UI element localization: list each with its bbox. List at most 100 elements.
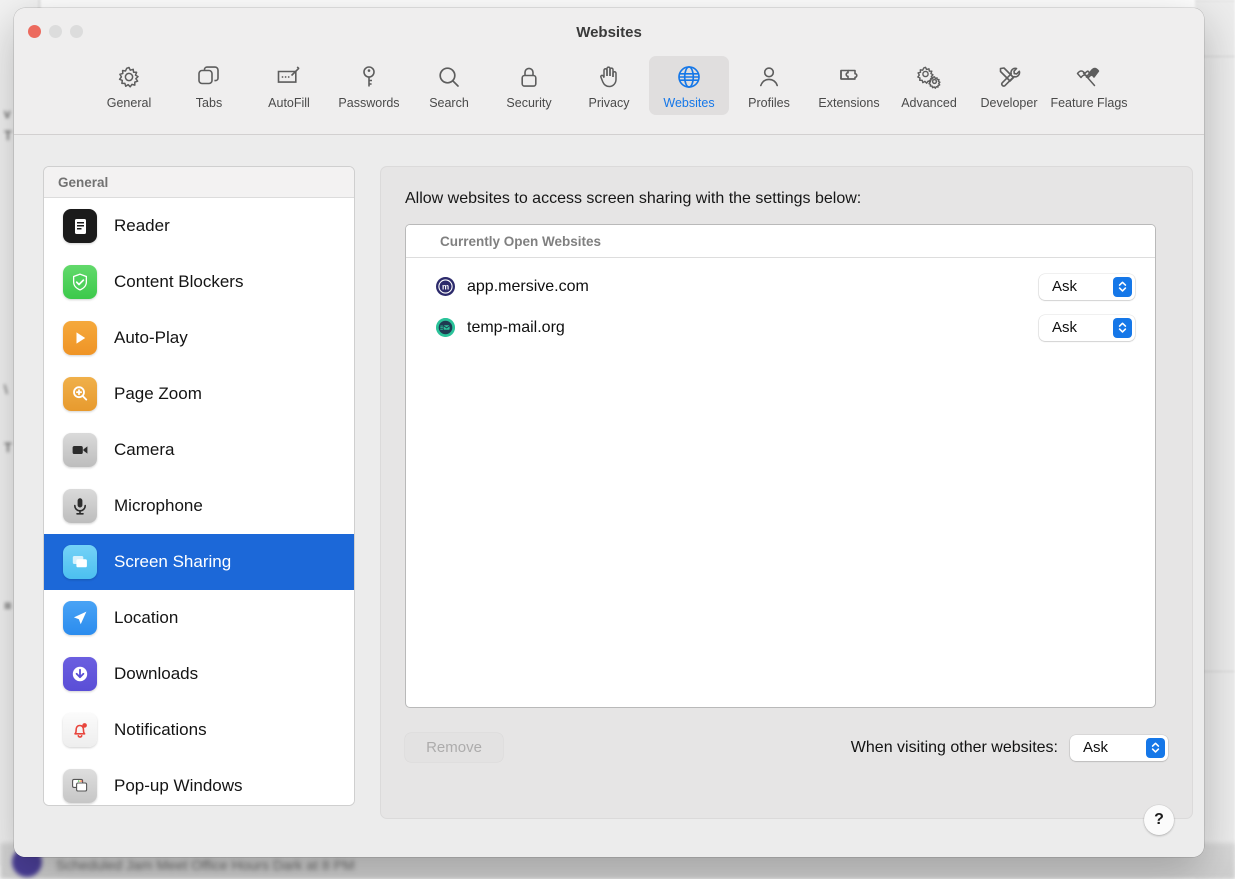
content-footer: Remove When visiting other websites: Ask xyxy=(405,733,1168,762)
settings-toolbar: General Tabs AutoFill Passwords Search S xyxy=(14,56,1204,115)
zoom-in-icon xyxy=(63,377,97,411)
sidebar-item-label: Content Blockers xyxy=(114,272,244,291)
gear-icon xyxy=(116,62,142,92)
sidebar-item-label: Notifications xyxy=(114,720,207,739)
toolbar-item-search[interactable]: Search xyxy=(409,56,489,115)
chevron-up-down-icon xyxy=(1113,276,1132,297)
sidebar-item-content-blockers[interactable]: Content Blockers xyxy=(44,254,354,310)
microphone-icon xyxy=(63,489,97,523)
sidebar-item-notifications[interactable]: Notifications xyxy=(44,702,354,758)
window-title: Websites xyxy=(576,24,642,41)
default-permission-dropdown[interactable]: Ask xyxy=(1070,734,1168,761)
permission-value: Ask xyxy=(1083,739,1109,756)
sidebar-item-label: Location xyxy=(114,608,179,627)
sidebar-item-reader[interactable]: Reader xyxy=(44,198,354,254)
sidebar-item-label: Pop-up Windows xyxy=(114,776,243,795)
screen-sharing-icon xyxy=(63,545,97,579)
hand-icon xyxy=(596,62,622,92)
toolbar-item-websites[interactable]: Websites xyxy=(649,56,729,115)
toolbar-item-autofill[interactable]: AutoFill xyxy=(249,56,329,115)
popup-windows-icon xyxy=(63,769,97,803)
toolbar-item-extensions[interactable]: Extensions xyxy=(809,56,889,115)
toolbar-item-advanced[interactable]: Advanced xyxy=(889,56,969,115)
website-name: app.mersive.com xyxy=(467,277,589,295)
toolbar-item-privacy[interactable]: Privacy xyxy=(569,56,649,115)
sidebar-item-label: Page Zoom xyxy=(114,384,202,403)
puzzle-icon xyxy=(836,62,862,92)
remove-button[interactable]: Remove xyxy=(405,733,503,762)
shield-check-icon xyxy=(63,265,97,299)
toolbar-label: Advanced xyxy=(901,96,957,110)
bell-icon xyxy=(63,713,97,747)
website-entry: temp-mail.org xyxy=(436,318,1039,337)
toolbar-item-tabs[interactable]: Tabs xyxy=(169,56,249,115)
websites-listbox[interactable]: Currently Open Websites m app.mersive.co… xyxy=(405,224,1156,708)
reader-icon xyxy=(63,209,97,243)
location-arrow-icon xyxy=(63,601,97,635)
permission-value: Ask xyxy=(1052,319,1078,336)
settings-window: Websites General Tabs AutoFill Passwords xyxy=(14,8,1204,857)
content-description: Allow websites to access screen sharing … xyxy=(405,190,862,207)
sidebar-item-downloads[interactable]: Downloads xyxy=(44,646,354,702)
default-permission-group: When visiting other websites: Ask xyxy=(850,734,1168,761)
table-row[interactable]: m app.mersive.com Ask xyxy=(406,266,1155,307)
chevron-up-down-icon xyxy=(1113,317,1132,338)
tabs-icon xyxy=(196,62,222,92)
table-row[interactable]: temp-mail.org Ask xyxy=(406,307,1155,348)
toolbar-label: Security xyxy=(506,96,552,110)
sidebar-item-label: Microphone xyxy=(114,496,203,515)
toolbar-item-security[interactable]: Security xyxy=(489,56,569,115)
background-bottom-text: Scheduled Jam Meet Office Hours Dark at … xyxy=(56,857,355,873)
person-icon xyxy=(756,62,782,92)
sidebar-item-screen-sharing[interactable]: Screen Sharing xyxy=(44,534,354,590)
toolbar-item-feature-flags[interactable]: Feature Flags xyxy=(1049,56,1129,115)
camera-icon xyxy=(63,433,97,467)
listbox-rows: m app.mersive.com Ask temp-mail.org Ask xyxy=(406,258,1155,707)
window-titlebar: Websites General Tabs AutoFill Passwords xyxy=(14,8,1204,135)
tools-icon xyxy=(996,62,1022,92)
sidebar-item-camera[interactable]: Camera xyxy=(44,422,354,478)
settings-sidebar: General Reader Content Blockers Auto-Pla… xyxy=(43,166,355,806)
toolbar-label: Feature Flags xyxy=(1050,96,1128,110)
toolbar-label: Extensions xyxy=(818,96,880,110)
play-icon xyxy=(63,321,97,355)
toolbar-item-general[interactable]: General xyxy=(89,56,169,115)
sidebar-item-auto-play[interactable]: Auto-Play xyxy=(44,310,354,366)
globe-icon xyxy=(675,62,703,92)
toolbar-item-developer[interactable]: Developer xyxy=(969,56,1049,115)
lock-icon xyxy=(516,62,542,92)
toolbar-item-profiles[interactable]: Profiles xyxy=(729,56,809,115)
sidebar-list[interactable]: Reader Content Blockers Auto-Play Page Z… xyxy=(44,198,354,805)
sidebar-item-label: Camera xyxy=(114,440,175,459)
default-permission-label: When visiting other websites: xyxy=(850,738,1058,756)
toolbar-label: Profiles xyxy=(748,96,790,110)
permission-dropdown-app-mersive[interactable]: Ask xyxy=(1039,273,1135,300)
sidebar-item-popup-windows[interactable]: Pop-up Windows xyxy=(44,758,354,805)
gears-icon xyxy=(915,62,943,92)
permission-value: Ask xyxy=(1052,278,1078,295)
website-name: temp-mail.org xyxy=(467,318,565,336)
temp-mail-favicon xyxy=(436,318,455,337)
toolbar-label: Search xyxy=(429,96,469,110)
permission-dropdown-temp-mail[interactable]: Ask xyxy=(1039,314,1135,341)
settings-body: General Reader Content Blockers Auto-Pla… xyxy=(14,135,1204,857)
sidebar-item-label: Downloads xyxy=(114,664,199,683)
autofill-icon xyxy=(275,62,303,92)
sidebar-item-microphone[interactable]: Microphone xyxy=(44,478,354,534)
website-entry: m app.mersive.com xyxy=(436,277,1039,296)
sidebar-section-header: General xyxy=(44,167,354,198)
svg-text:m: m xyxy=(442,283,449,292)
toolbar-label: General xyxy=(106,96,152,110)
toolbar-label: AutoFill xyxy=(268,96,310,110)
toolbar-item-passwords[interactable]: Passwords xyxy=(329,56,409,115)
sidebar-item-page-zoom[interactable]: Page Zoom xyxy=(44,366,354,422)
key-icon xyxy=(356,62,382,92)
sidebar-item-label: Screen Sharing xyxy=(114,552,232,571)
chevron-up-down-icon xyxy=(1146,737,1165,758)
sidebar-item-location[interactable]: Location xyxy=(44,590,354,646)
toolbar-label: Passwords xyxy=(338,96,400,110)
toolbar-label: Websites xyxy=(663,96,715,110)
help-button[interactable]: ? xyxy=(1144,805,1174,835)
mersive-favicon: m xyxy=(436,277,455,296)
toolbar-label: Privacy xyxy=(588,96,630,110)
